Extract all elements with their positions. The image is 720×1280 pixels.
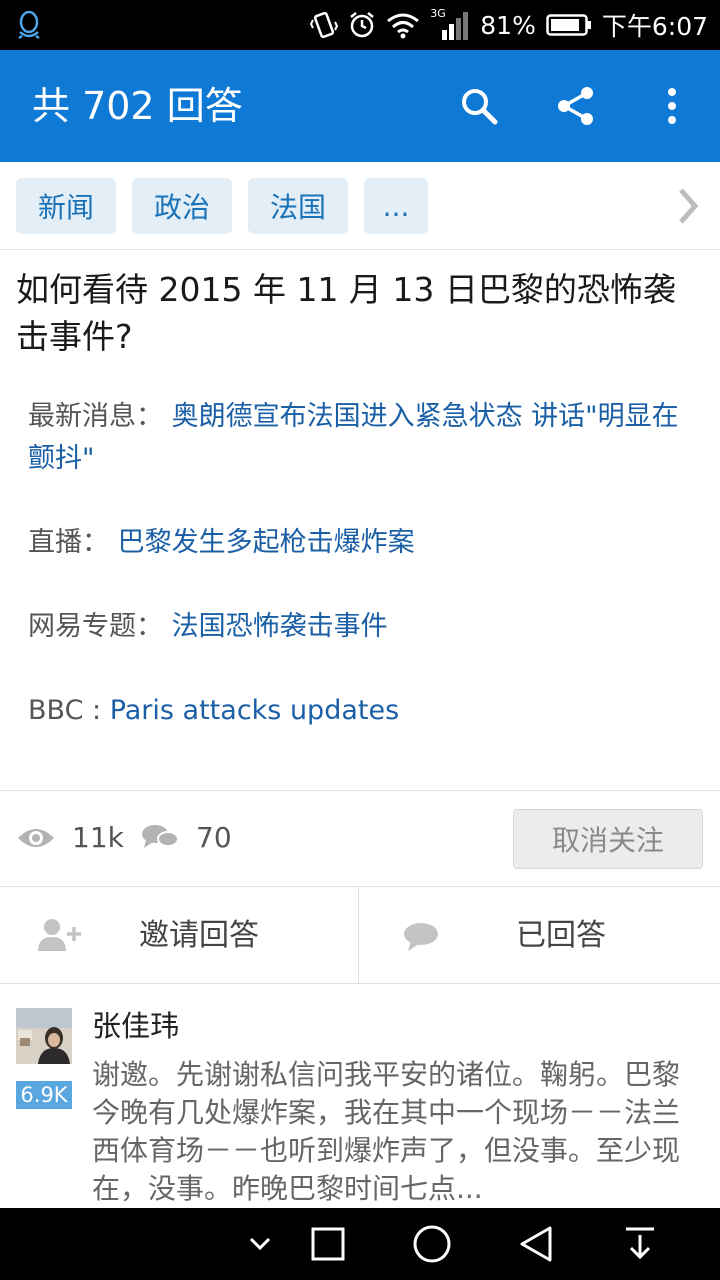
share-icon[interactable] — [550, 80, 602, 132]
detail-bbc: BBC : Paris attacks updates — [28, 690, 698, 732]
detail-label: 直播： — [28, 527, 109, 558]
detail-link[interactable]: 巴黎发生多起枪击爆炸案 — [118, 527, 415, 558]
battery-icon — [546, 13, 592, 37]
clock: 下午6:07 — [601, 12, 708, 41]
eye-icon — [16, 824, 56, 856]
vibrate-icon — [310, 10, 339, 40]
app-bar: 共 702 回答 — [0, 50, 720, 162]
home-icon[interactable] — [408, 1208, 456, 1280]
recent-apps-icon[interactable] — [304, 1208, 352, 1280]
question-title: 如何看待 2015 年 11 月 13 日巴黎的恐怖袭击事件? — [16, 270, 676, 356]
qq-icon — [16, 10, 42, 44]
answered-button[interactable]: 已回答 — [360, 887, 720, 984]
author-name[interactable]: 张佳玮 — [92, 1006, 179, 1046]
question-actions: 邀请回答 已回答 — [0, 886, 720, 984]
search-icon[interactable] — [453, 80, 505, 132]
detail-link[interactable]: Paris attacks updates — [110, 695, 399, 726]
comment-count: 70 — [196, 821, 232, 854]
signal-icon: 3G — [430, 8, 470, 42]
notification-pull-down-icon[interactable] — [620, 1208, 660, 1280]
tag-politics[interactable]: 政治 — [132, 178, 232, 234]
answer-count-title: 共 702 回答 — [32, 84, 243, 128]
detail-netease-topic: 网易专题： 法国恐怖袭击事件 — [28, 606, 698, 648]
view-count: 11k — [72, 821, 124, 854]
topic-tags: 新闻 政治 法国 ... — [0, 162, 720, 250]
detail-label: 最新消息： — [28, 401, 163, 432]
question-stats: 11k 70 取消关注 — [0, 790, 720, 886]
detail-link[interactable]: 法国恐怖袭击事件 — [172, 611, 388, 642]
comments-icon — [140, 822, 180, 858]
network-type: 3G — [430, 7, 446, 20]
add-person-icon — [38, 917, 82, 957]
detail-label: 网易专题： — [28, 611, 163, 642]
avatar[interactable] — [16, 1008, 72, 1064]
reputation-badge: 6.9K — [16, 1081, 72, 1109]
more-icon[interactable] — [646, 80, 698, 132]
chevron-down-icon[interactable] — [240, 1208, 280, 1280]
tag-more[interactable]: ... — [364, 178, 428, 234]
detail-latest-news: 最新消息： 奥朗德宣布法国进入紧急状态 讲话"明显在颤抖" — [28, 396, 698, 480]
invite-answer-button[interactable]: 邀请回答 — [0, 887, 359, 984]
chevron-right-icon[interactable] — [676, 186, 700, 230]
answer-excerpt[interactable]: 谢邀。先谢谢私信问我平安的诸位。鞠躬。巴黎今晚有几处爆炸案，我在其中一个现场－－… — [92, 1056, 704, 1208]
invite-answer-label: 邀请回答 — [139, 918, 259, 953]
detail-label: BBC : — [28, 695, 110, 726]
back-icon[interactable] — [514, 1208, 558, 1280]
alarm-icon — [348, 10, 376, 40]
detail-live: 直播： 巴黎发生多起枪击爆炸案 — [28, 522, 698, 564]
speech-bubble-icon — [402, 921, 440, 957]
answered-label: 已回答 — [516, 918, 606, 953]
tag-france[interactable]: 法国 — [248, 178, 348, 234]
tag-news[interactable]: 新闻 — [16, 178, 116, 234]
wifi-icon — [386, 11, 420, 39]
status-bar: 3G 81% 下午6:07 — [0, 0, 720, 50]
navigation-bar — [0, 1208, 720, 1280]
unfollow-button[interactable]: 取消关注 — [513, 809, 703, 869]
battery-percent: 81% — [480, 10, 536, 40]
